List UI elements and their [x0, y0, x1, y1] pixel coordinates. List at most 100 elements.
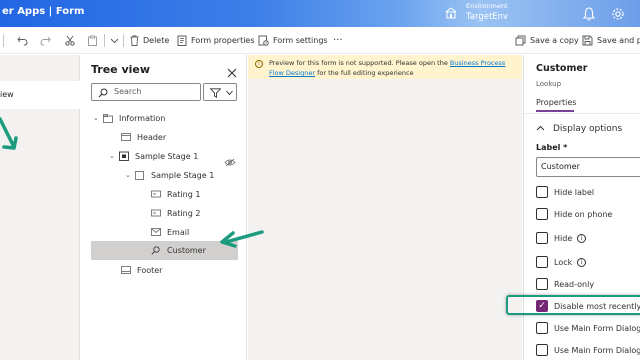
- checkbox-label: Lock: [554, 257, 573, 267]
- more-commands-chevron[interactable]: [110, 27, 119, 54]
- close-icon[interactable]: [227, 63, 237, 78]
- tree-node-section[interactable]: ⌄ Sample Stage 1: [125, 166, 214, 184]
- environment-label: Environment: [466, 2, 508, 10]
- more-button[interactable]: ···: [333, 27, 343, 54]
- redo-button[interactable]: [40, 27, 51, 54]
- lookup-icon: [151, 246, 163, 255]
- form-properties-button[interactable]: Form properties: [177, 27, 255, 54]
- info-icon: i: [255, 60, 263, 68]
- save-publish-icon: [582, 35, 593, 46]
- chevron-down-icon[interactable]: ⌄: [109, 152, 119, 160]
- display-options-heading[interactable]: Display options: [553, 124, 622, 134]
- trash-icon: [130, 35, 139, 46]
- chevron-down-icon: [110, 38, 119, 44]
- gear-icon[interactable]: [611, 6, 625, 20]
- main-form-dialog-create-checkbox[interactable]: Use Main Form Dialog fo: [536, 321, 640, 335]
- form-settings-button[interactable]: Form settings: [258, 27, 328, 54]
- form-settings-label: Form settings: [273, 36, 328, 45]
- environment-name[interactable]: TargetEnv: [466, 12, 508, 22]
- cut-icon: [65, 35, 75, 46]
- redo-icon: [40, 36, 51, 46]
- read-only-checkbox[interactable]: Read-only: [536, 277, 594, 291]
- tree-node-information[interactable]: ⌄ Information: [93, 109, 165, 127]
- footer-icon: [121, 266, 133, 274]
- checkbox-label: Use Main Form Dialog fo: [554, 323, 640, 333]
- tab-icon: [103, 113, 115, 123]
- checkbox-box[interactable]: [536, 232, 548, 244]
- undo-icon: [17, 36, 28, 46]
- form-properties-label: Form properties: [191, 36, 255, 45]
- save-and-publish-button[interactable]: Save and pu: [582, 27, 640, 54]
- main-form-dialog-edit-checkbox[interactable]: Use Main Form Dialog fo: [536, 343, 640, 357]
- cut-button[interactable]: [65, 27, 75, 54]
- paste-icon: [88, 35, 97, 46]
- tree-node-stage[interactable]: ⌄ Sample Stage 1: [109, 147, 198, 165]
- tab-properties[interactable]: Properties: [536, 98, 576, 107]
- tree-node-footer[interactable]: Footer: [121, 261, 162, 279]
- filter-button[interactable]: [203, 83, 237, 101]
- banner-text-after: for the full editing experience: [315, 69, 414, 77]
- stage-icon: [119, 151, 131, 161]
- highlight-box: [506, 295, 640, 315]
- app-title: er Apps | Form: [2, 6, 85, 17]
- save-a-copy-label: Save a copy: [530, 36, 579, 45]
- toolbar-divider: [104, 34, 105, 47]
- tree-view-panel: Tree view Search ⌄ Information Header ⌄ …: [81, 55, 247, 360]
- chevron-down-icon: [226, 90, 233, 96]
- lock-checkbox[interactable]: Lock i: [536, 255, 587, 269]
- tree-node-label: Email: [167, 227, 190, 237]
- checkbox-box[interactable]: [536, 208, 548, 220]
- section-divider: [524, 113, 640, 114]
- save-a-copy-button[interactable]: Save a copy: [515, 27, 579, 54]
- save-copy-icon: [515, 35, 526, 46]
- checkbox-box[interactable]: [536, 322, 548, 334]
- hide-on-phone-checkbox[interactable]: Hide on phone: [536, 207, 612, 221]
- properties-title: Customer: [536, 63, 588, 74]
- label-field[interactable]: Customer: [536, 157, 640, 177]
- tree-node-rating-1[interactable]: Rating 1: [151, 185, 200, 203]
- tree-search-box[interactable]: Search: [91, 83, 201, 101]
- form-properties-icon: [177, 35, 187, 46]
- delete-button[interactable]: Delete: [130, 27, 169, 54]
- info-icon[interactable]: i: [577, 257, 587, 267]
- tree-view-title: Tree view: [91, 63, 151, 76]
- annotation-arrow-icon: [0, 117, 18, 150]
- annotation-arrow-icon: [220, 230, 264, 248]
- command-bar: Delete Form properties Form settings ···…: [0, 27, 640, 54]
- chevron-down-icon[interactable]: ⌄: [93, 114, 103, 122]
- checkbox-box[interactable]: [536, 256, 548, 268]
- tab-selected-indicator: [536, 110, 574, 112]
- app-header: er Apps | Form Environment TargetEnv: [0, 0, 640, 27]
- chevron-up-icon[interactable]: [536, 124, 545, 135]
- tree-node-rating-2[interactable]: Rating 2: [151, 204, 200, 222]
- label-caption: Label *: [536, 143, 568, 152]
- checkbox-box[interactable]: [536, 344, 548, 356]
- properties-subtitle: Lookup: [536, 80, 562, 88]
- hide-label-checkbox[interactable]: Hide label: [536, 185, 594, 199]
- bell-icon[interactable]: [582, 6, 596, 21]
- field-icon: [151, 190, 163, 198]
- checkbox-label: Read-only: [554, 279, 595, 289]
- environment-icon[interactable]: [445, 7, 457, 19]
- checkbox-box[interactable]: [536, 278, 548, 290]
- paste-button[interactable]: [87, 27, 98, 54]
- hidden-eye-icon: [224, 152, 236, 171]
- tree-node-label: Header: [137, 132, 167, 142]
- section-icon: [135, 170, 147, 180]
- tree-node-header[interactable]: Header: [121, 128, 166, 146]
- info-icon[interactable]: i: [577, 233, 587, 243]
- undo-button[interactable]: [17, 27, 28, 54]
- toolbar-divider: [123, 34, 124, 47]
- save-and-publish-label: Save and pu: [597, 36, 640, 45]
- header-icon: [121, 133, 133, 141]
- search-placeholder: Search: [114, 87, 142, 96]
- tree-node-label: Information: [119, 113, 166, 123]
- left-nav-selected-item[interactable]: iew: [0, 81, 80, 109]
- tree-node-email[interactable]: Email: [151, 223, 189, 241]
- field-icon: [151, 209, 163, 217]
- hide-checkbox[interactable]: Hide i: [536, 231, 587, 245]
- mail-icon: [151, 228, 163, 236]
- checkbox-box[interactable]: [536, 186, 548, 198]
- tree-node-label: Sample Stage 1: [151, 170, 215, 180]
- chevron-down-icon[interactable]: ⌄: [125, 171, 135, 179]
